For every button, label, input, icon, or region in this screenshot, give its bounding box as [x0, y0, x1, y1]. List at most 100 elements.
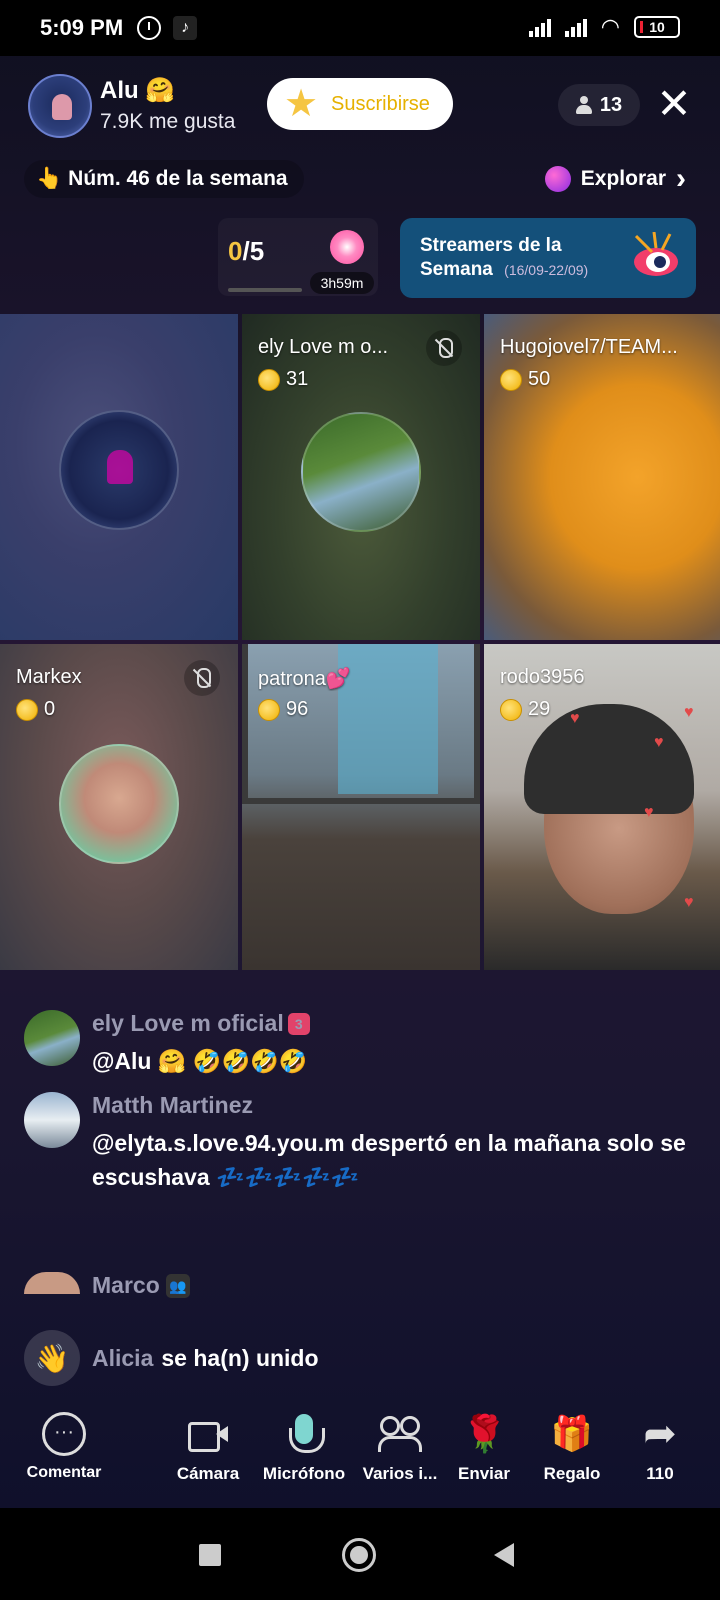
comment-label: Comentar — [26, 1464, 102, 1481]
rose-icon: 🌹 — [462, 1413, 507, 1454]
chat-text: @elyta.s.love.94.you.m despertó en la ma… — [92, 1130, 686, 1190]
mic-muted-icon — [184, 660, 220, 696]
chat-username: Marco 👥 — [92, 1272, 190, 1299]
camera-icon — [186, 1412, 230, 1456]
guest-slot[interactable]: ♥ ♥ ♥ ♥ ♥ rodo3956 29 — [484, 644, 720, 970]
chat-text: @Alu 🤗 🤣🤣🤣🤣 — [92, 1048, 308, 1074]
explore-link[interactable]: Explorar › — [544, 160, 686, 198]
guest-coins: 29 — [500, 698, 550, 721]
heart-icon: ♥ — [684, 704, 694, 721]
guest-name: Markex — [16, 666, 82, 688]
recents-icon[interactable] — [199, 1544, 221, 1566]
guest-slot[interactable]: Markex 0 — [0, 644, 238, 970]
weekly-streamers-card[interactable]: Streamers de la Semana (16/09-22/09) — [400, 218, 696, 298]
goal-progress-text: 0/5 — [228, 236, 264, 267]
coin-count: 96 — [286, 698, 309, 720]
guest-grid: ely Love m o... 31 Hugojovel7/TEAM... 50… — [0, 314, 720, 970]
multi-guest-label: Varios i... — [362, 1464, 438, 1483]
guest-coins: 31 — [258, 368, 308, 391]
avatar[interactable] — [24, 1092, 80, 1148]
join-text: se ha(n) unido — [161, 1344, 319, 1371]
comment-icon — [42, 1412, 86, 1456]
host-name[interactable]: Alu 🤗 — [100, 76, 175, 105]
host-avatar[interactable] — [28, 74, 92, 138]
share-button[interactable]: ➦ 110 — [612, 1412, 708, 1498]
multi-guest-button[interactable]: Varios i... — [352, 1412, 448, 1498]
action-bar: Comentar Cámara Micrófono Varios i... 🌹 … — [0, 1400, 720, 1508]
coin-count: 50 — [528, 368, 551, 390]
goal-current: 0 — [228, 236, 243, 266]
signal-icon — [528, 17, 551, 37]
star-icon: ★ — [283, 83, 319, 125]
guest-name: patrona💕 — [258, 668, 351, 690]
guest-slot[interactable]: ely Love m o... 31 — [242, 314, 480, 640]
guest-name: Hugojovel7/TEAM... — [500, 336, 678, 358]
coin-icon — [258, 698, 280, 721]
comment-button[interactable]: Comentar — [16, 1412, 112, 1498]
avatar — [59, 410, 179, 530]
coin-icon — [258, 368, 280, 391]
heart-icon: ♥ — [644, 804, 654, 821]
close-button[interactable]: ✕ — [652, 82, 696, 126]
guest-name: rodo3956 — [500, 666, 585, 688]
guest-slot[interactable]: patrona💕 96 — [242, 644, 480, 970]
coin-icon — [500, 368, 522, 391]
guest-coins: 0 — [16, 698, 55, 721]
alarm-icon — [137, 16, 162, 40]
battery-indicator: 10 — [634, 16, 680, 38]
person-icon — [575, 96, 592, 114]
avatar — [59, 744, 179, 864]
camera-label: Cámara — [176, 1464, 240, 1483]
chat-username: ely Love m oficial 3 — [92, 1010, 310, 1037]
chevron-right-icon: › — [676, 162, 686, 195]
goal-progress-bar — [228, 288, 302, 292]
tiktok-notification-icon: ♪ — [173, 16, 198, 40]
microphone-button[interactable]: Micrófono — [256, 1412, 352, 1498]
gift-button[interactable]: 🎁 Regalo — [524, 1412, 620, 1498]
chat-username: Matth Martinez — [92, 1092, 253, 1118]
guest-name: ely Love m o... — [258, 336, 389, 358]
level-badge: 3 — [287, 1013, 310, 1035]
explore-label: Explorar — [580, 167, 666, 190]
guest-slot[interactable]: Hugojovel7/TEAM... 50 — [484, 314, 720, 640]
microphone-icon — [282, 1412, 326, 1456]
subscribe-label: Suscribirse — [331, 92, 430, 115]
avatar[interactable] — [24, 1272, 80, 1294]
heart-icon: ♥ — [570, 710, 580, 727]
avatar[interactable] — [24, 1010, 80, 1066]
send-label: Enviar — [458, 1464, 510, 1483]
home-icon[interactable] — [342, 1538, 376, 1572]
hand-icon: 👆 — [36, 167, 63, 190]
guest-coins: 50 — [500, 368, 550, 391]
wave-hand-icon: 👋 — [24, 1330, 80, 1386]
wifi-icon: ◠ — [600, 14, 620, 39]
eye-icon — [634, 232, 678, 276]
goal-timer: 3h59m — [310, 272, 374, 294]
lollipop-icon — [330, 230, 364, 264]
weekly-rank-label: Núm. 46 de la semana — [68, 167, 288, 190]
coin-icon — [16, 698, 38, 721]
guest-badge: 👥 — [165, 1274, 190, 1298]
coin-count: 0 — [44, 698, 56, 720]
viewer-count-button[interactable]: 13 — [558, 84, 640, 126]
system-nav-bar — [0, 1508, 720, 1600]
weekly-rank-pill[interactable]: 👆 Núm. 46 de la semana — [24, 160, 304, 198]
camera-button[interactable]: Cámara — [160, 1412, 256, 1498]
gift-label: Regalo — [543, 1464, 601, 1483]
join-notice: 👋 Alicia se ha(n) unido — [24, 1330, 319, 1386]
microphone-label: Micrófono — [262, 1464, 346, 1483]
host-likes: 7.9K me gusta — [100, 110, 236, 133]
back-icon[interactable] — [494, 1543, 514, 1567]
planet-icon — [544, 166, 571, 192]
heart-icon: ♥ — [654, 734, 664, 751]
weekly-dates: (16/09-22/09) — [504, 262, 589, 278]
chat-username-text: ely Love m oficial — [92, 1010, 284, 1036]
guest-slot-host[interactable] — [0, 314, 238, 640]
coin-count: 31 — [286, 368, 309, 390]
share-arrow-icon: ➦ — [643, 1412, 677, 1456]
subscribe-button[interactable]: ★ Suscribirse — [267, 78, 453, 130]
send-rose-button[interactable]: 🌹 Enviar — [436, 1412, 532, 1498]
join-username[interactable]: Alicia — [92, 1345, 153, 1372]
goal-progress-card[interactable]: 0/5 3h59m — [218, 218, 378, 296]
viewer-count: 13 — [599, 93, 623, 116]
